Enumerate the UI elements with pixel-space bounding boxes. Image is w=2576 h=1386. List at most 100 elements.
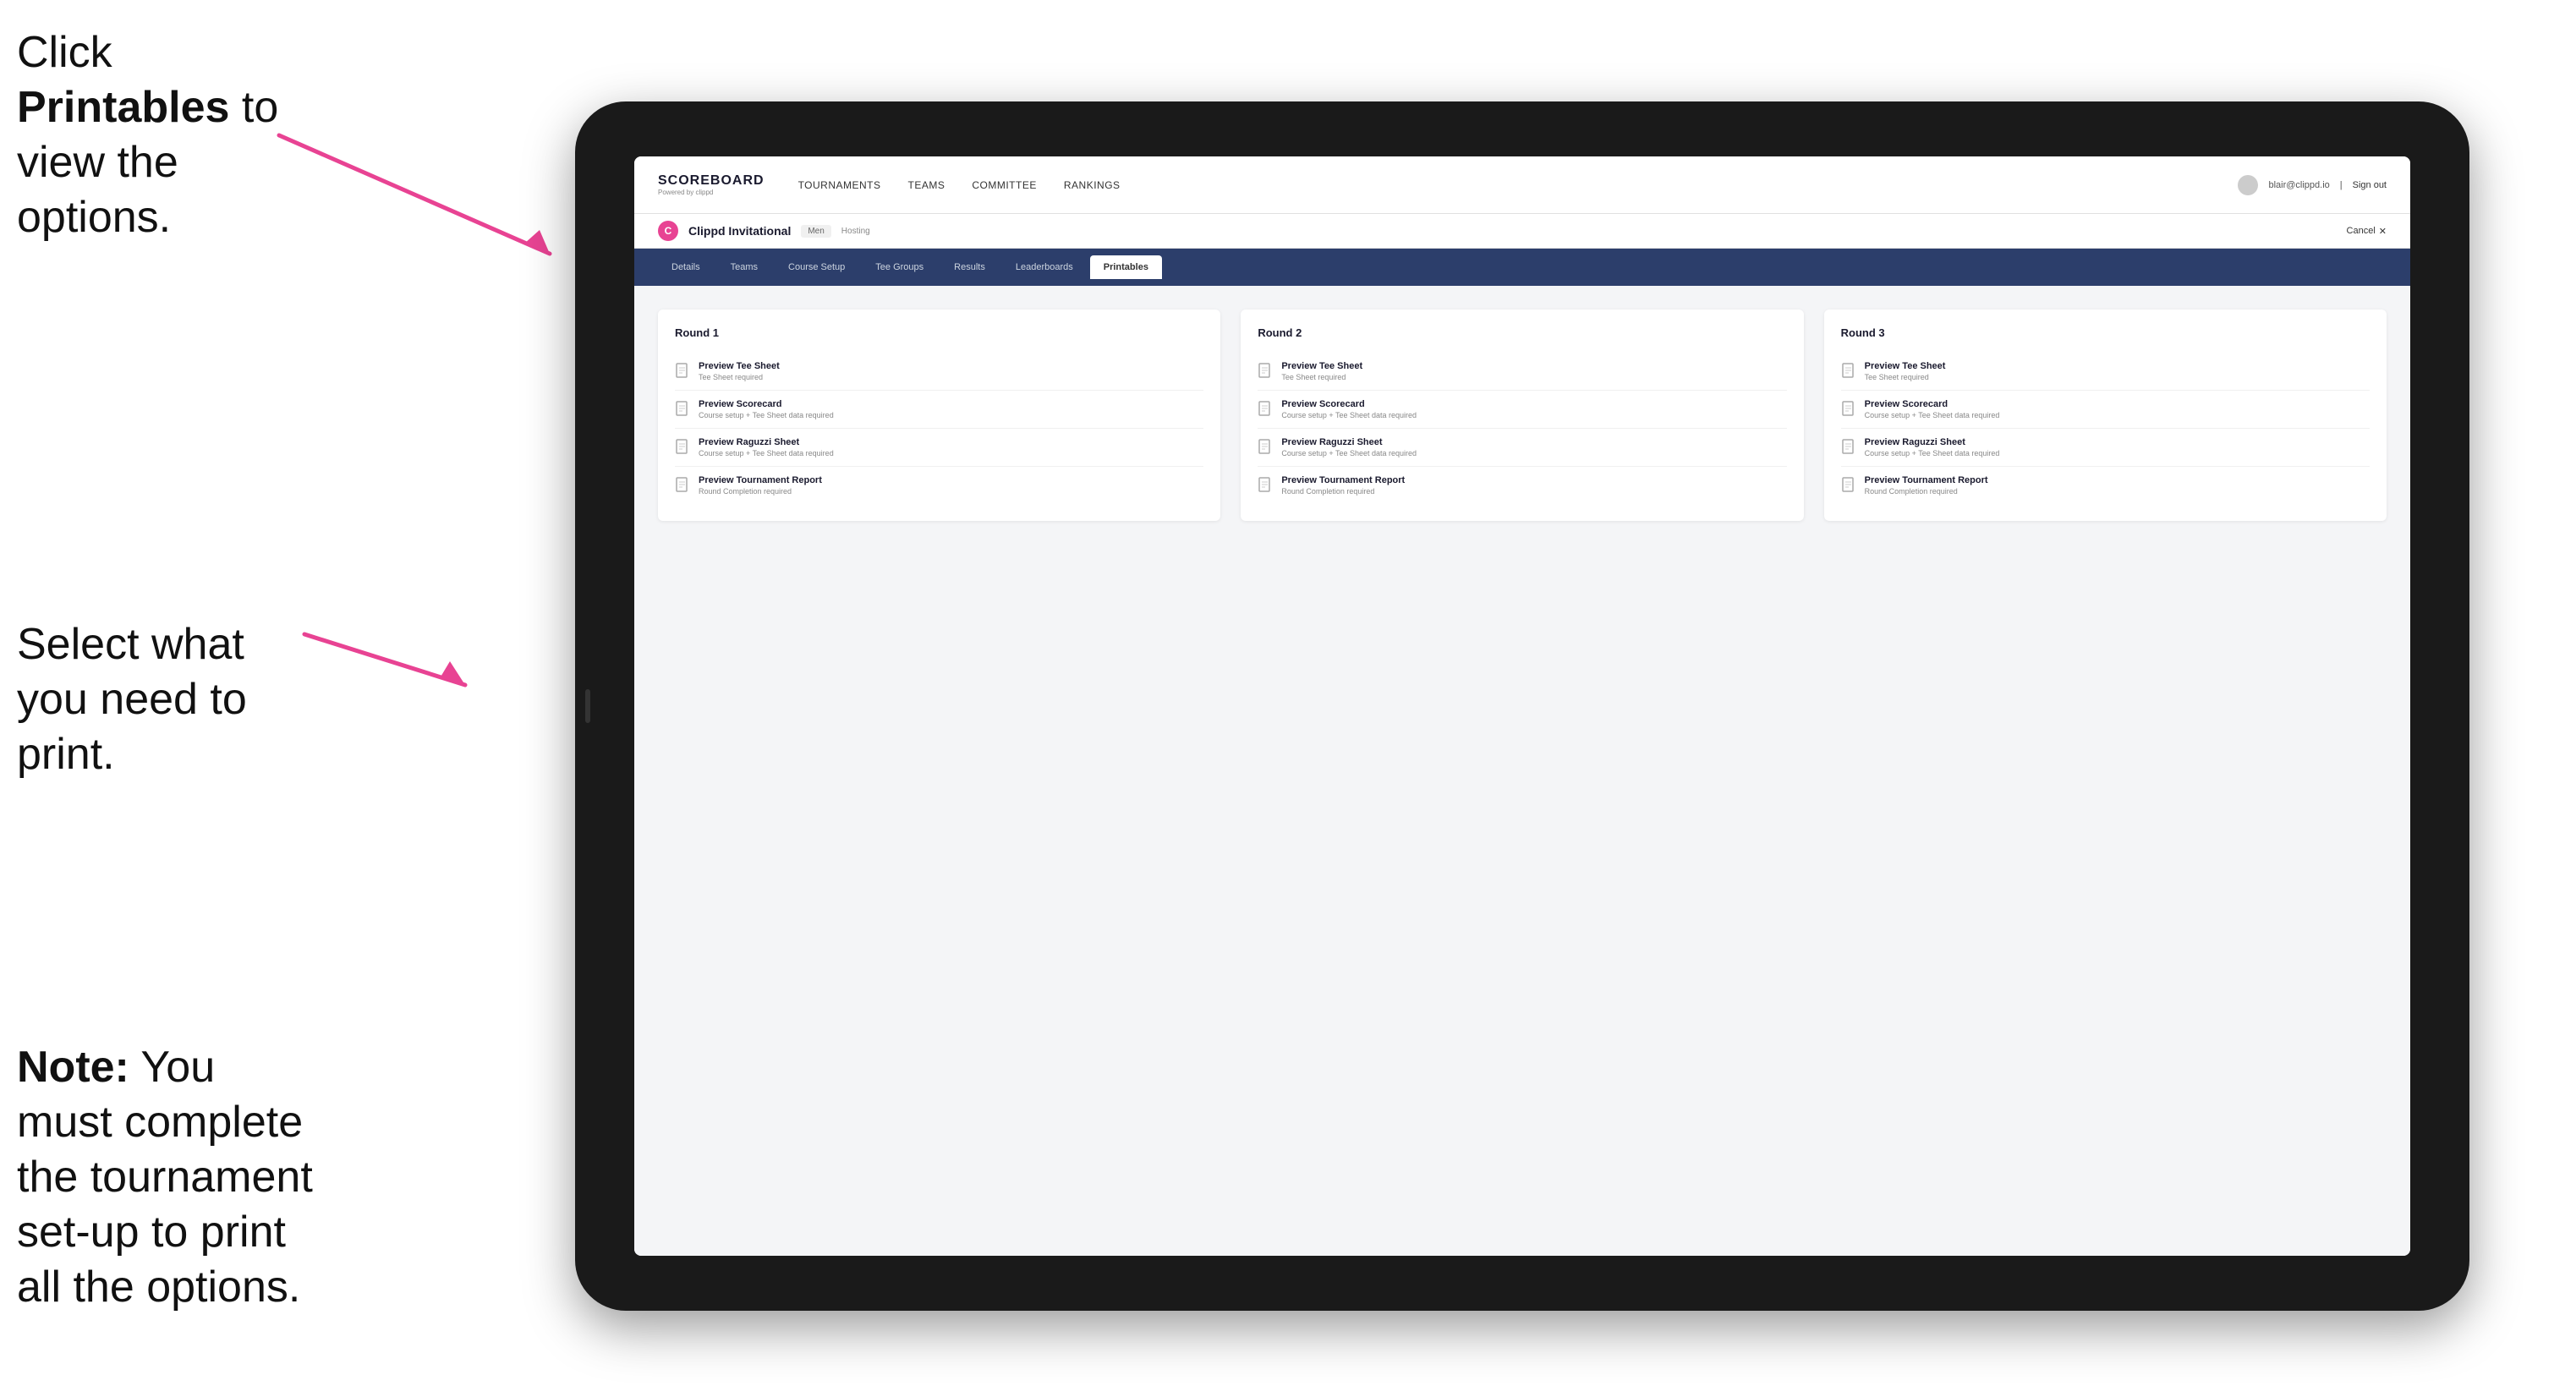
document-icon xyxy=(1841,477,1856,494)
tournament-title-row: C Clippd Invitational Men Hosting xyxy=(658,221,870,241)
note-bold: Note: xyxy=(17,1043,129,1092)
round1-scorecard-sublabel: Course setup + Tee Sheet data required xyxy=(699,411,834,419)
round1-tournament-report[interactable]: Preview Tournament Report Round Completi… xyxy=(675,467,1203,504)
round3-raguzzi-text: Preview Raguzzi Sheet Course setup + Tee… xyxy=(1865,437,2000,457)
round1-tournament-report-label: Preview Tournament Report xyxy=(699,475,822,485)
round1-tee-sheet-label: Preview Tee Sheet xyxy=(699,361,780,371)
tab-teams[interactable]: Teams xyxy=(717,255,771,279)
tablet-side-button xyxy=(585,689,590,723)
tournament-name: Clippd Invitational xyxy=(688,224,791,238)
round1-raguzzi-label: Preview Raguzzi Sheet xyxy=(699,437,834,447)
instruction-mid-text: Select what you need to print. xyxy=(17,620,247,779)
round2-tournament-report-sublabel: Round Completion required xyxy=(1281,487,1405,496)
arrow-top-annotation xyxy=(271,118,575,271)
document-icon xyxy=(1841,363,1856,380)
round3-tee-sheet-sublabel: Tee Sheet required xyxy=(1865,373,1946,381)
tab-details[interactable]: Details xyxy=(658,255,714,279)
tablet-frame: SCOREBOARD Powered by clippd TOURNAMENTS… xyxy=(575,101,2469,1311)
document-icon xyxy=(675,401,690,418)
round1-tee-sheet-sublabel: Tee Sheet required xyxy=(699,373,780,381)
round1-scorecard-label: Preview Scorecard xyxy=(699,399,834,409)
round2-tee-sheet[interactable]: Preview Tee Sheet Tee Sheet required xyxy=(1258,353,1786,391)
round3-scorecard-label: Preview Scorecard xyxy=(1865,399,2000,409)
round3-raguzzi[interactable]: Preview Raguzzi Sheet Course setup + Tee… xyxy=(1841,429,2370,467)
document-icon xyxy=(675,439,690,456)
instruction-bottom: Note: You must complete the tournament s… xyxy=(17,1040,321,1315)
round3-tournament-report-text: Preview Tournament Report Round Completi… xyxy=(1865,475,1988,496)
round3-scorecard-sublabel: Course setup + Tee Sheet data required xyxy=(1865,411,2000,419)
tournament-status: Hosting xyxy=(841,227,870,236)
round1-raguzzi[interactable]: Preview Raguzzi Sheet Course setup + Tee… xyxy=(675,429,1203,467)
round2-tournament-report-text: Preview Tournament Report Round Completi… xyxy=(1281,475,1405,496)
round-1-section: Round 1 Preview Tee Sheet Tee Sheet requ… xyxy=(658,310,1220,521)
document-icon xyxy=(1841,401,1856,418)
document-icon xyxy=(1258,401,1273,418)
sub-nav: Details Teams Course Setup Tee Groups Re… xyxy=(634,249,2410,286)
round1-tournament-report-text: Preview Tournament Report Round Completi… xyxy=(699,475,822,496)
top-nav: SCOREBOARD Powered by clippd TOURNAMENTS… xyxy=(634,156,2410,214)
round2-tournament-report[interactable]: Preview Tournament Report Round Completi… xyxy=(1258,467,1786,504)
main-nav: TOURNAMENTS TEAMS COMMITTEE RANKINGS xyxy=(798,179,2239,191)
round2-scorecard[interactable]: Preview Scorecard Course setup + Tee She… xyxy=(1258,391,1786,429)
document-icon xyxy=(675,477,690,494)
round3-raguzzi-sublabel: Course setup + Tee Sheet data required xyxy=(1865,449,2000,457)
top-right: blair@clippd.io | Sign out xyxy=(2238,175,2387,195)
document-icon xyxy=(1841,439,1856,456)
tab-leaderboards[interactable]: Leaderboards xyxy=(1002,255,1087,279)
nav-rankings[interactable]: RANKINGS xyxy=(1064,179,1121,191)
round1-tee-sheet[interactable]: Preview Tee Sheet Tee Sheet required xyxy=(675,353,1203,391)
scoreboard-logo: SCOREBOARD Powered by clippd xyxy=(658,173,765,196)
nav-tournaments[interactable]: TOURNAMENTS xyxy=(798,179,881,191)
round2-tournament-report-label: Preview Tournament Report xyxy=(1281,475,1405,485)
document-icon xyxy=(1258,439,1273,456)
round-3-section: Round 3 Preview Tee Sheet Tee Sheet requ… xyxy=(1824,310,2387,521)
nav-committee[interactable]: COMMITTEE xyxy=(972,179,1037,191)
round-2-title: Round 2 xyxy=(1258,326,1786,339)
tab-results[interactable]: Results xyxy=(940,255,999,279)
nav-teams[interactable]: TEAMS xyxy=(908,179,945,191)
tournament-logo: C xyxy=(658,221,678,241)
arrow-mid-annotation xyxy=(296,617,482,710)
round-2-section: Round 2 Preview Tee Sheet Tee Sheet requ… xyxy=(1241,310,1803,521)
round1-scorecard[interactable]: Preview Scorecard Course setup + Tee She… xyxy=(675,391,1203,429)
tab-course-setup[interactable]: Course Setup xyxy=(775,255,858,279)
tournament-header: C Clippd Invitational Men Hosting Cancel… xyxy=(634,214,2410,249)
round-3-title: Round 3 xyxy=(1841,326,2370,339)
round2-raguzzi-sublabel: Course setup + Tee Sheet data required xyxy=(1281,449,1417,457)
user-avatar xyxy=(2238,175,2258,195)
tab-tee-groups[interactable]: Tee Groups xyxy=(862,255,937,279)
instruction-top-text: Click Printables toview the options. xyxy=(17,28,278,242)
round2-raguzzi-label: Preview Raguzzi Sheet xyxy=(1281,437,1417,447)
round1-tournament-report-sublabel: Round Completion required xyxy=(699,487,822,496)
round3-tournament-report-sublabel: Round Completion required xyxy=(1865,487,1988,496)
main-content: Round 1 Preview Tee Sheet Tee Sheet requ… xyxy=(634,286,2410,1256)
round2-raguzzi[interactable]: Preview Raguzzi Sheet Course setup + Tee… xyxy=(1258,429,1786,467)
tablet-screen: SCOREBOARD Powered by clippd TOURNAMENTS… xyxy=(634,156,2410,1256)
instruction-mid: Select what you need to print. xyxy=(17,617,304,782)
tab-printables[interactable]: Printables xyxy=(1090,255,1162,279)
round1-scorecard-text: Preview Scorecard Course setup + Tee She… xyxy=(699,399,834,419)
sign-out-link[interactable]: Sign out xyxy=(2353,180,2387,190)
round3-tee-sheet[interactable]: Preview Tee Sheet Tee Sheet required xyxy=(1841,353,2370,391)
round2-scorecard-sublabel: Course setup + Tee Sheet data required xyxy=(1281,411,1417,419)
round3-tournament-report[interactable]: Preview Tournament Report Round Completi… xyxy=(1841,467,2370,504)
round2-scorecard-label: Preview Scorecard xyxy=(1281,399,1417,409)
printables-bold: Printables xyxy=(17,83,229,132)
round3-scorecard-text: Preview Scorecard Course setup + Tee She… xyxy=(1865,399,2000,419)
document-icon xyxy=(1258,363,1273,380)
rounds-grid: Round 1 Preview Tee Sheet Tee Sheet requ… xyxy=(658,310,2387,521)
cancel-button[interactable]: Cancel ✕ xyxy=(2347,226,2387,237)
round2-scorecard-text: Preview Scorecard Course setup + Tee She… xyxy=(1281,399,1417,419)
logo-title: SCOREBOARD xyxy=(658,173,765,189)
round3-tournament-report-label: Preview Tournament Report xyxy=(1865,475,1988,485)
document-icon xyxy=(1258,477,1273,494)
user-email: blair@clippd.io xyxy=(2268,180,2329,190)
round-1-title: Round 1 xyxy=(675,326,1203,339)
logo-sub: Powered by clippd xyxy=(658,189,765,196)
round3-tee-sheet-label: Preview Tee Sheet xyxy=(1865,361,1946,371)
separator: | xyxy=(2340,180,2343,190)
round3-scorecard[interactable]: Preview Scorecard Course setup + Tee She… xyxy=(1841,391,2370,429)
round3-raguzzi-label: Preview Raguzzi Sheet xyxy=(1865,437,2000,447)
tournament-badge: Men xyxy=(801,225,830,238)
round3-tee-sheet-text: Preview Tee Sheet Tee Sheet required xyxy=(1865,361,1946,381)
